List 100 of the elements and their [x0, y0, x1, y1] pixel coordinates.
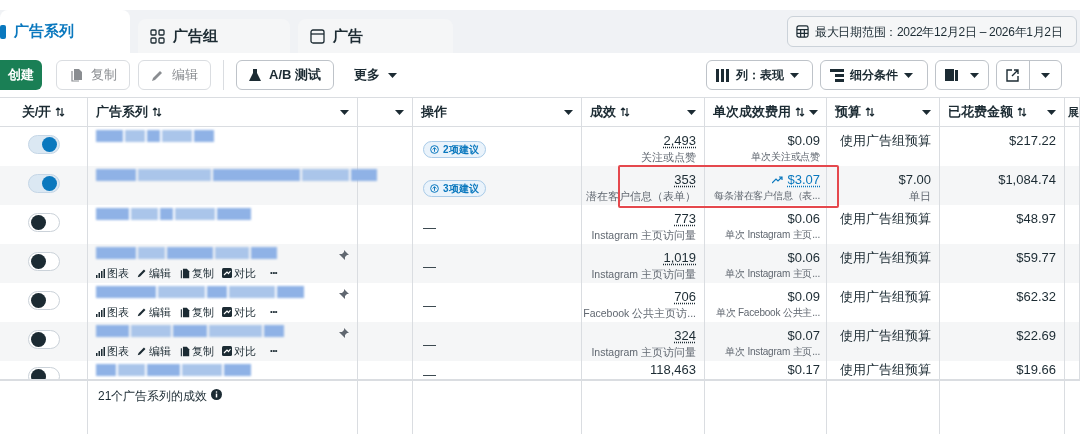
- metric-label: Instagram 主页访问量: [591, 228, 696, 242]
- toggle-switch[interactable]: [27, 135, 60, 154]
- sort-icon: [865, 107, 875, 117]
- spent-value: $59.77: [1016, 250, 1056, 265]
- column-header[interactable]: 已花费金额: [948, 102, 1013, 122]
- copy-icon: [179, 345, 190, 357]
- row-action-link[interactable]: 对比: [222, 304, 256, 321]
- budget-value: 使用广告组预算: [840, 362, 931, 377]
- caret-icon: [809, 109, 818, 115]
- metric-label: 每条潜在客户信息（表...: [714, 189, 820, 203]
- metric-label: 潜在客户信息（表单）: [586, 189, 696, 203]
- info-icon: [211, 389, 223, 400]
- tab[interactable]: 广告系列: [0, 10, 130, 53]
- row-action-link[interactable]: 图表: [96, 304, 129, 321]
- budget-value: 使用广告组预算: [840, 211, 931, 226]
- pencil-icon: [137, 268, 147, 279]
- column-header[interactable]: 关/开: [21, 102, 52, 122]
- spent-value: $217.22: [1009, 133, 1056, 148]
- empty-value: —: [423, 220, 436, 235]
- trend-up-icon: [772, 175, 784, 184]
- cost-value: $0.06: [787, 211, 820, 226]
- column-header[interactable]: 单次成效费用: [713, 102, 791, 122]
- breakdown-icon: [830, 68, 844, 82]
- columns-icon: [716, 68, 730, 82]
- empty-value: —: [423, 298, 436, 313]
- row-action-link[interactable]: 对比: [222, 343, 256, 360]
- caret-icon: [970, 72, 979, 78]
- sort-icon: [1017, 107, 1027, 117]
- column-header[interactable]: 预算: [835, 102, 861, 122]
- spent-value: $62.32: [1016, 289, 1056, 304]
- sort-icon: [620, 107, 630, 117]
- grid-icon: [150, 28, 165, 44]
- export-icon: [1006, 68, 1020, 82]
- cost-value: $0.07: [787, 328, 820, 343]
- row-action-link[interactable]: 编辑: [137, 265, 171, 282]
- pencil-icon: [137, 346, 147, 357]
- tab[interactable]: 广告组: [138, 19, 290, 53]
- trend-chart-icon: [222, 346, 232, 357]
- cost-value: $0.09: [787, 289, 820, 304]
- toggle-switch[interactable]: [27, 174, 60, 193]
- toolbar-button[interactable]: 列：表现: [706, 60, 813, 90]
- toolbar-button[interactable]: A/B 测试: [236, 60, 334, 90]
- column-header[interactable]: 操作: [421, 102, 447, 122]
- row-action-link[interactable]: 图表: [96, 343, 129, 360]
- results-value: 2,493: [663, 133, 696, 148]
- row-action-link[interactable]: 图表: [96, 265, 129, 282]
- metric-label: 单次 Instagram 主页...: [725, 267, 820, 281]
- toggle-switch[interactable]: [27, 330, 60, 349]
- column-header[interactable]: 广告系列: [96, 102, 148, 122]
- toolbar-button[interactable]: 细分条件: [820, 60, 928, 90]
- create-button[interactable]: 创建: [0, 60, 42, 90]
- tab[interactable]: 广告: [298, 19, 453, 53]
- row-action-link[interactable]: 复制: [179, 304, 214, 321]
- row-action-link[interactable]: 复制: [179, 343, 214, 360]
- bar-chart-icon: [96, 268, 105, 278]
- toggle-switch[interactable]: [27, 252, 60, 271]
- caret-icon: [1047, 109, 1056, 115]
- empty-value: —: [423, 337, 436, 352]
- metric-label: 单次 Facebook 公共主...: [715, 306, 820, 320]
- caret-icon: [388, 72, 397, 78]
- row-action-link[interactable]: 编辑: [137, 304, 171, 321]
- more-link[interactable]: •••: [270, 306, 278, 319]
- toggle-switch[interactable]: [27, 291, 60, 310]
- column-header[interactable]: 成效: [590, 102, 616, 122]
- metric-label: Facebook 公共主页访...: [583, 306, 696, 320]
- row-action-link[interactable]: 复制: [179, 265, 214, 282]
- column-header[interactable]: 展: [1068, 103, 1079, 121]
- caret-icon: [922, 109, 931, 115]
- row-action-link[interactable]: 对比: [222, 265, 256, 282]
- metric-label: 单次关注或点赞: [751, 150, 820, 164]
- metric-label: 关注或点赞: [641, 150, 696, 164]
- arrow-up-icon: [430, 145, 439, 154]
- report-icon: [945, 68, 958, 82]
- spent-value: $1,084.74: [998, 172, 1056, 187]
- copy-icon: [69, 68, 83, 82]
- budget-value: $7.00: [898, 172, 931, 187]
- results-value: 324: [674, 328, 696, 343]
- date-range-button[interactable]: 最大日期范围：2022年12月2日 – 2026年1月2日: [787, 16, 1077, 47]
- metric-label: 单日: [909, 189, 931, 203]
- budget-value: 使用广告组预算: [840, 250, 931, 265]
- toggle-switch[interactable]: [27, 213, 60, 232]
- sort-icon: [795, 107, 805, 117]
- more-link[interactable]: •••: [270, 345, 278, 358]
- metric-label: 单次 Instagram 主页...: [725, 345, 820, 359]
- row-action-link[interactable]: 编辑: [137, 343, 171, 360]
- results-value: 1,019: [663, 250, 696, 265]
- cost-value: $0.09: [787, 133, 820, 148]
- suggestion-badge[interactable]: 2项建议: [423, 141, 486, 158]
- more-link[interactable]: •••: [270, 267, 278, 280]
- suggestion-badge[interactable]: 3项建议: [423, 180, 486, 197]
- more-button[interactable]: 更多: [342, 60, 409, 90]
- flask-icon: [249, 68, 261, 82]
- caret-icon: [790, 72, 799, 78]
- copy-icon: [179, 267, 190, 279]
- pencil-icon: [137, 307, 147, 318]
- sort-icon: [55, 107, 66, 117]
- reports-button[interactable]: [935, 60, 989, 90]
- spent-value: $22.69: [1016, 328, 1056, 343]
- results-value: 118,463: [649, 362, 696, 377]
- cost-value[interactable]: $3.07: [772, 172, 820, 187]
